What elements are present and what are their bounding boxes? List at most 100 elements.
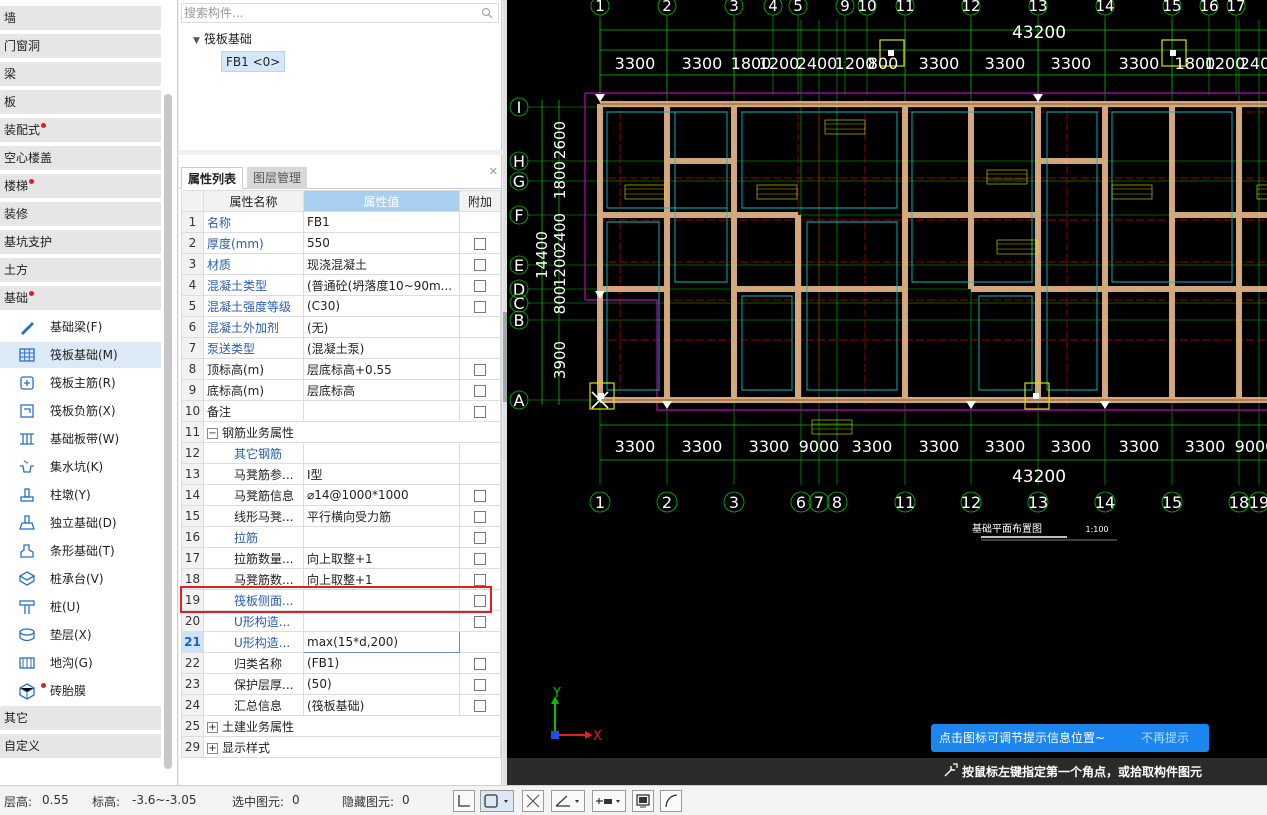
- property-value[interactable]: 层底标高: [303, 379, 460, 401]
- attach-checkbox[interactable]: [474, 258, 486, 271]
- arc-button[interactable]: [660, 790, 682, 812]
- sidebar-item[interactable]: 桩(U): [0, 594, 161, 620]
- attach-checkbox[interactable]: [474, 594, 486, 607]
- sidebar-item[interactable]: 独立基础(D): [0, 510, 161, 536]
- cad-drawing-canvas[interactable]: 1 2 3 4 5 9 10 11 12 13 14 15 16 17 1 2 3 6 7 8 11 12 13 14 15 18…: [507, 0, 1267, 785]
- property-group[interactable]: + 显示样式: [203, 736, 501, 758]
- property-row[interactable]: 14 马凳筋信息 ⌀14@1000*1000: [181, 484, 501, 506]
- property-group[interactable]: + 土建业务属性: [203, 715, 501, 737]
- property-value[interactable]: [303, 442, 460, 464]
- attach-checkbox[interactable]: [474, 237, 486, 250]
- property-value[interactable]: 向上取整+1: [303, 568, 460, 590]
- attach-checkbox[interactable]: [474, 552, 486, 565]
- property-value[interactable]: 现浇混凝土: [303, 253, 460, 275]
- property-value[interactable]: [303, 610, 460, 632]
- property-value[interactable]: [303, 400, 460, 422]
- sidebar-item[interactable]: 桩承台(V): [0, 566, 161, 592]
- sidebar-item[interactable]: 基础梁(F): [0, 314, 161, 340]
- property-group[interactable]: − 钢筋业务属性: [203, 421, 501, 443]
- property-row[interactable]: 29 + 显示样式: [181, 736, 501, 758]
- property-row[interactable]: 22 归类名称 (FB1): [181, 652, 501, 674]
- sidebar-category[interactable]: 装修: [0, 202, 161, 227]
- property-value[interactable]: (普通砼(坍落度10~90m...: [303, 274, 460, 296]
- angle-button[interactable]: [551, 790, 585, 812]
- sidebar-item[interactable]: 垫层(X): [0, 622, 161, 648]
- property-row[interactable]: 19 筏板侧面...: [181, 589, 501, 611]
- property-value[interactable]: 层底标高+0.55: [303, 358, 460, 380]
- property-value-editor[interactable]: max(15*d,200): [303, 631, 460, 653]
- property-value[interactable]: 550: [303, 232, 460, 254]
- sidebar-item[interactable]: 集水坑(K): [0, 454, 161, 480]
- property-row[interactable]: 15 线形马凳... 平行横向受力筋: [181, 505, 501, 527]
- property-row[interactable]: 5 混凝土强度等级 (C30): [181, 295, 501, 317]
- sidebar-category[interactable]: 门窗洞: [0, 34, 161, 59]
- property-row[interactable]: 4 混凝土类型 (普通砼(坍落度10~90m...: [181, 274, 501, 296]
- hint-tooltip[interactable]: 点击图标可调节提示信息位置~ 不再提示: [931, 724, 1209, 752]
- property-value[interactable]: ⌀14@1000*1000: [303, 484, 460, 506]
- property-value[interactable]: FB1: [303, 211, 460, 233]
- attach-checkbox[interactable]: [474, 657, 486, 670]
- offset-button[interactable]: [592, 790, 626, 812]
- attach-checkbox[interactable]: [474, 531, 486, 544]
- property-row[interactable]: 25 + 土建业务属性: [181, 715, 501, 737]
- property-row[interactable]: 12 其它钢筋: [181, 442, 501, 464]
- sidebar-item[interactable]: 砖胎膜: [0, 678, 161, 704]
- sidebar-item[interactable]: 筏板基础(M): [0, 342, 161, 368]
- property-value[interactable]: (FB1): [303, 652, 460, 674]
- property-value[interactable]: (无): [303, 316, 460, 338]
- sidebar-item[interactable]: 基础板带(W): [0, 426, 161, 452]
- attach-checkbox[interactable]: [474, 489, 486, 502]
- attach-checkbox[interactable]: [474, 384, 486, 397]
- property-row[interactable]: 21 U形构造... max(15*d,200): [181, 631, 501, 653]
- sidebar-category[interactable]: 楼梯: [0, 174, 161, 199]
- cross-select-button[interactable]: [522, 790, 544, 812]
- property-row[interactable]: 7 泵送类型 (混凝土泵): [181, 337, 501, 359]
- tab-property-list[interactable]: 属性列表: [181, 167, 244, 189]
- attach-checkbox[interactable]: [474, 678, 486, 691]
- property-row[interactable]: 16 拉筋: [181, 526, 501, 548]
- sidebar-item[interactable]: 筏板主筋(R): [0, 370, 161, 396]
- tab-layer-management[interactable]: 图层管理: [247, 167, 308, 189]
- property-value[interactable]: (混凝土泵): [303, 337, 460, 359]
- sidebar-category[interactable]: 基础: [0, 286, 161, 311]
- property-value[interactable]: Ⅰ型: [303, 463, 460, 485]
- sidebar-item[interactable]: 条形基础(T): [0, 538, 161, 564]
- sidebar-category[interactable]: 板: [0, 90, 161, 115]
- sidebar-category[interactable]: 空心楼盖: [0, 146, 161, 171]
- property-row[interactable]: 8 顶标高(m) 层底标高+0.55: [181, 358, 501, 380]
- close-icon[interactable]: ✕: [489, 165, 498, 178]
- attach-checkbox[interactable]: [474, 699, 486, 712]
- orthogonal-snap-button[interactable]: [453, 790, 475, 812]
- collapse-triangle-icon[interactable]: ▼: [193, 36, 200, 46]
- property-value[interactable]: 向上取整+1: [303, 547, 460, 569]
- property-value[interactable]: (筏板基础): [303, 694, 460, 716]
- property-row[interactable]: 17 拉筋数量... 向上取整+1: [181, 547, 501, 569]
- sidebar-scrollbar[interactable]: [164, 94, 172, 769]
- select-box-button[interactable]: [480, 790, 514, 812]
- attach-checkbox[interactable]: [474, 405, 486, 418]
- sidebar-category[interactable]: 墙: [0, 6, 161, 31]
- sidebar-item[interactable]: 筏板负筋(X): [0, 398, 161, 424]
- sidebar-item[interactable]: 地沟(G): [0, 650, 161, 676]
- sidebar-category[interactable]: 基坑支护: [0, 230, 161, 255]
- attach-checkbox[interactable]: [474, 510, 486, 523]
- sidebar-item[interactable]: 柱墩(Y): [0, 482, 161, 508]
- attach-checkbox[interactable]: [474, 363, 486, 376]
- tree-leaf-fb1[interactable]: FB1 <0>: [221, 51, 286, 72]
- property-row[interactable]: 11− 钢筋业务属性: [181, 421, 501, 443]
- tree-node-raft[interactable]: ▼ 筏板基础: [193, 30, 252, 47]
- sidebar-category[interactable]: 梁: [0, 62, 161, 87]
- property-row[interactable]: 9 底标高(m) 层底标高: [181, 379, 501, 401]
- sidebar-category[interactable]: 装配式: [0, 118, 161, 143]
- attach-checkbox[interactable]: [474, 615, 486, 628]
- property-row[interactable]: 20 U形构造...: [181, 610, 501, 632]
- property-value[interactable]: (50): [303, 673, 460, 695]
- property-row[interactable]: 24 汇总信息 (筏板基础): [181, 694, 501, 716]
- sidebar-category[interactable]: 土方: [0, 258, 161, 283]
- sidebar-category[interactable]: 自定义: [0, 734, 161, 759]
- search-input[interactable]: [182, 4, 472, 22]
- property-row[interactable]: 18 马凳筋数... 向上取整+1: [181, 568, 501, 590]
- property-row[interactable]: 1 名称 FB1: [181, 211, 501, 233]
- search-icon[interactable]: [481, 7, 493, 19]
- display-button[interactable]: [632, 790, 654, 812]
